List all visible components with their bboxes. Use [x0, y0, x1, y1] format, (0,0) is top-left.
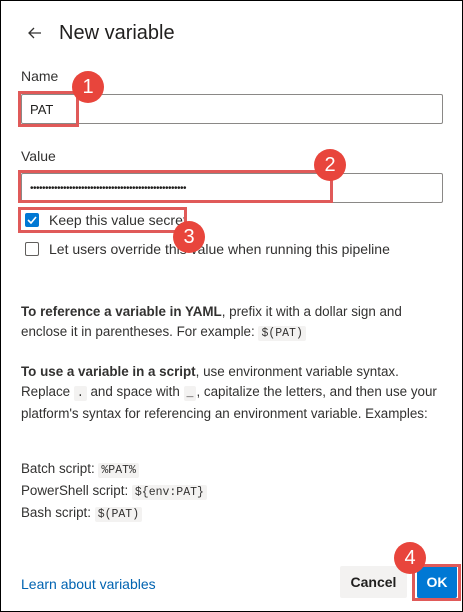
checkbox-unchecked-icon	[25, 242, 39, 256]
allow-override-label: Let users override this value when runni…	[49, 241, 390, 257]
yaml-help-bold: To reference a variable in YAML	[21, 304, 222, 319]
batch-example: Batch script: %PAT%	[21, 459, 446, 481]
script-help-bold: To use a variable in a script	[21, 364, 196, 379]
value-label: Value	[21, 148, 56, 164]
ok-button[interactable]: OK	[417, 566, 457, 598]
value-masked: ••••••••••••••••••••••••••••••••••••••••…	[30, 182, 187, 194]
yaml-code-sample: $(PAT)	[258, 326, 306, 341]
script-help-body-2: and space with	[86, 384, 184, 399]
keep-secret-checkbox[interactable]: Keep this value secret	[25, 212, 187, 228]
scroll-fade	[1, 527, 462, 547]
value-field[interactable]: ••••••••••••••••••••••••••••••••••••••••…	[21, 173, 443, 203]
panel-header: New variable	[23, 19, 175, 47]
keep-secret-label: Keep this value secret	[49, 212, 187, 228]
allow-override-checkbox[interactable]: Let users override this value when runni…	[25, 241, 390, 257]
powershell-example: PowerShell script: ${env:PAT}	[21, 481, 446, 503]
page-title: New variable	[59, 21, 175, 44]
annotation-badge-3: 3	[173, 221, 205, 253]
script-examples: Batch script: %PAT% PowerShell script: $…	[21, 459, 446, 525]
annotation-badge-4: 4	[394, 542, 426, 574]
name-label: Name	[21, 68, 59, 84]
annotation-badge-2: 2	[314, 149, 346, 181]
name-value: PAT	[30, 101, 54, 117]
learn-about-variables-link[interactable]: Learn about variables	[21, 576, 156, 592]
dot-code: .	[73, 386, 87, 401]
cancel-button[interactable]: Cancel	[340, 566, 407, 598]
arrow-left-icon	[28, 27, 41, 39]
underscore-code: _	[183, 386, 197, 401]
bash-example: Bash script: $(PAT)	[21, 503, 446, 525]
back-button[interactable]	[23, 21, 47, 45]
checkbox-checked-icon	[25, 213, 39, 227]
script-help-text: To use a variable in a script, use envir…	[21, 362, 446, 424]
annotation-badge-1: 1	[72, 71, 104, 103]
new-variable-panel: New variable Name PAT Value ••••••••••••…	[0, 0, 463, 612]
yaml-help-text: To reference a variable in YAML, prefix …	[21, 302, 446, 344]
